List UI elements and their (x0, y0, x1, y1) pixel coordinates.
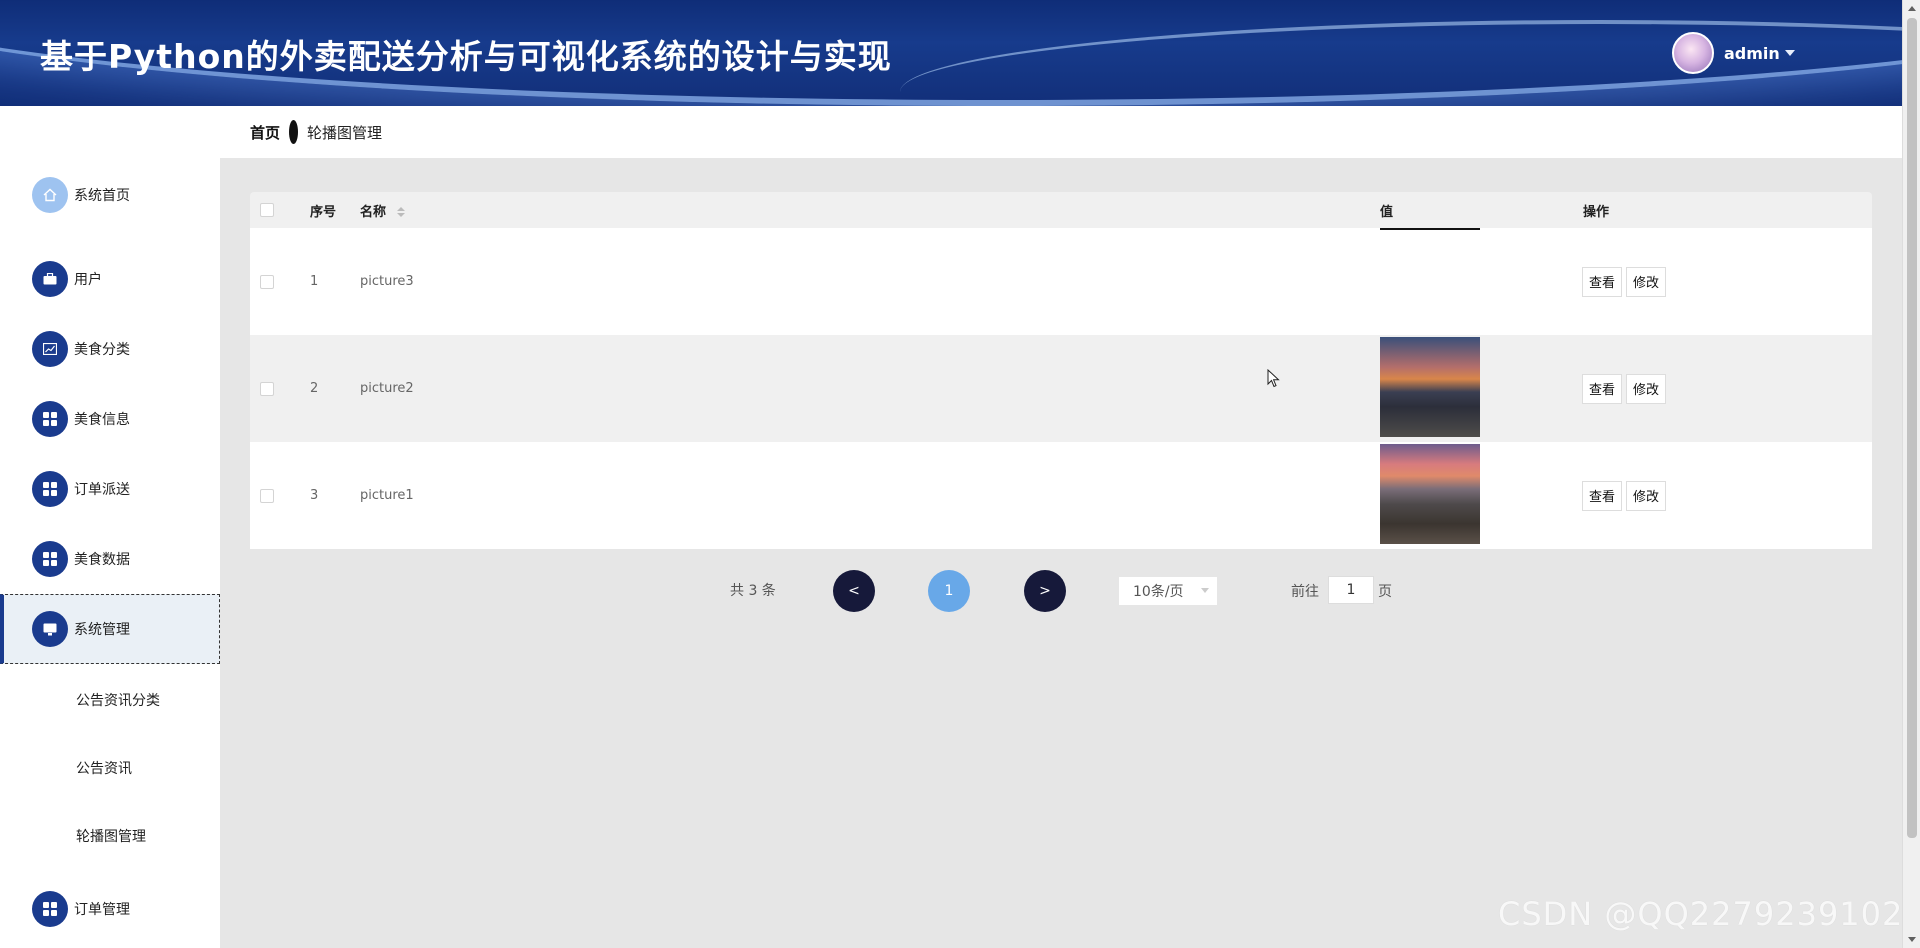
row-index: 3 (310, 488, 319, 503)
table-header: 序号 名称 值 操作 (250, 192, 1872, 228)
sidebar-item-order-management[interactable]: 订单管理 (0, 874, 220, 944)
sidebar-item-label: 美食分类 (74, 342, 130, 358)
edit-button[interactable]: 修改 (1626, 266, 1666, 297)
row-name: picture3 (360, 274, 414, 289)
grid-icon (32, 471, 68, 507)
mouse-cursor-icon (1267, 369, 1280, 388)
row-name: picture2 (360, 381, 414, 396)
sidebar-item-label: 系统管理 (74, 622, 130, 638)
header-name[interactable]: 名称 (360, 201, 405, 220)
sidebar-item-label: 美食信息 (74, 412, 130, 428)
page-size-select[interactable]: 10条/页 (1119, 577, 1217, 605)
breadcrumb-home[interactable]: 首页 (250, 122, 280, 143)
prev-page-button[interactable]: < (833, 570, 875, 612)
header-action: 操作 (1583, 204, 1610, 220)
sidebar-item-label: 用户 (74, 272, 102, 288)
edit-button[interactable]: 修改 (1626, 373, 1666, 404)
carousel-thumbnail (1380, 444, 1480, 544)
row-name: picture1 (360, 488, 414, 503)
sidebar-subitem-notice-category[interactable]: 公告资讯分类 (76, 690, 160, 710)
sidebar: 系统首页 用户 美食分类 美食信息 订单派送 美食数据 系统管理 公告资讯分类 … (0, 106, 220, 948)
view-button[interactable]: 查看 (1582, 266, 1622, 297)
breadcrumb: 首页 轮播图管理 (220, 106, 1902, 158)
breadcrumb-separator-icon (289, 120, 299, 144)
page-number-button[interactable]: 1 (928, 570, 970, 612)
sidebar-item-food-info[interactable]: 美食信息 (0, 384, 220, 454)
table-row: 1 picture3 查看 修改 (250, 228, 1872, 335)
goto-label: 前往 (1291, 584, 1319, 600)
grid-icon (32, 891, 68, 927)
scroll-up-icon[interactable] (1908, 6, 1916, 11)
row-checkbox[interactable] (260, 488, 274, 503)
scroll-down-icon[interactable] (1908, 937, 1916, 942)
home-icon (32, 177, 68, 213)
row-checkbox[interactable] (260, 274, 274, 289)
breadcrumb-current: 轮播图管理 (307, 123, 383, 142)
scrollbar-thumb[interactable] (1907, 18, 1917, 838)
sidebar-item-food-category[interactable]: 美食分类 (0, 314, 220, 384)
table-row: 2 picture2 查看 修改 (250, 335, 1872, 442)
caret-down-icon[interactable] (1784, 50, 1795, 56)
sidebar-item-label: 订单管理 (74, 902, 130, 918)
briefcase-icon (32, 261, 68, 297)
avatar[interactable] (1672, 32, 1714, 74)
page-size-value: 10条/页 (1133, 584, 1184, 600)
row-index: 2 (310, 381, 319, 396)
grid-icon (32, 401, 68, 437)
goto-page-input[interactable] (1328, 576, 1374, 604)
select-all-checkbox[interactable] (260, 203, 274, 217)
app-title: 基于Python的外卖配送分析与可视化系统的设计与实现 (40, 37, 892, 76)
sidebar-item-order-delivery[interactable]: 订单派送 (0, 454, 220, 524)
chevron-down-icon (1201, 588, 1209, 593)
sidebar-item-label: 系统首页 (74, 188, 130, 204)
pagination-total: 共 3 条 (730, 583, 776, 599)
row-checkbox[interactable] (260, 381, 274, 396)
sidebar-subitem-carousel[interactable]: 轮播图管理 (76, 826, 146, 846)
header-name-label: 名称 (360, 204, 387, 220)
vertical-scrollbar[interactable] (1902, 0, 1920, 948)
header-value: 值 (1380, 204, 1394, 220)
edit-button[interactable]: 修改 (1626, 480, 1666, 511)
watermark: CSDN @QQ2279239102 (1498, 895, 1904, 933)
sort-icon[interactable] (396, 207, 405, 217)
sidebar-item-users[interactable]: 用户 (0, 244, 220, 314)
view-button[interactable]: 查看 (1582, 480, 1622, 511)
header-index: 序号 (310, 204, 337, 220)
broken-image (1380, 228, 1480, 230)
user-menu[interactable]: admin (1672, 32, 1795, 74)
chart-icon (32, 331, 68, 367)
goto-unit: 页 (1378, 584, 1392, 600)
pagination: 共 3 条 < 1 > 10条/页 前往 页 (0, 570, 1920, 612)
table-row: 3 picture1 查看 修改 (250, 442, 1872, 549)
top-header: 基于Python的外卖配送分析与可视化系统的设计与实现 admin (0, 0, 1902, 106)
next-page-button[interactable]: > (1024, 570, 1066, 612)
carousel-thumbnail (1380, 337, 1480, 437)
carousel-table: 序号 名称 值 操作 1 picture3 查看 修改 2 picture2 查… (250, 192, 1872, 549)
user-name[interactable]: admin (1724, 44, 1780, 63)
row-index: 1 (310, 274, 319, 289)
sidebar-item-label: 美食数据 (74, 552, 130, 568)
monitor-icon (32, 611, 68, 647)
sidebar-item-label: 订单派送 (74, 482, 130, 498)
sidebar-item-home[interactable]: 系统首页 (0, 160, 220, 230)
view-button[interactable]: 查看 (1582, 373, 1622, 404)
sidebar-subitem-notice[interactable]: 公告资讯 (76, 758, 132, 778)
